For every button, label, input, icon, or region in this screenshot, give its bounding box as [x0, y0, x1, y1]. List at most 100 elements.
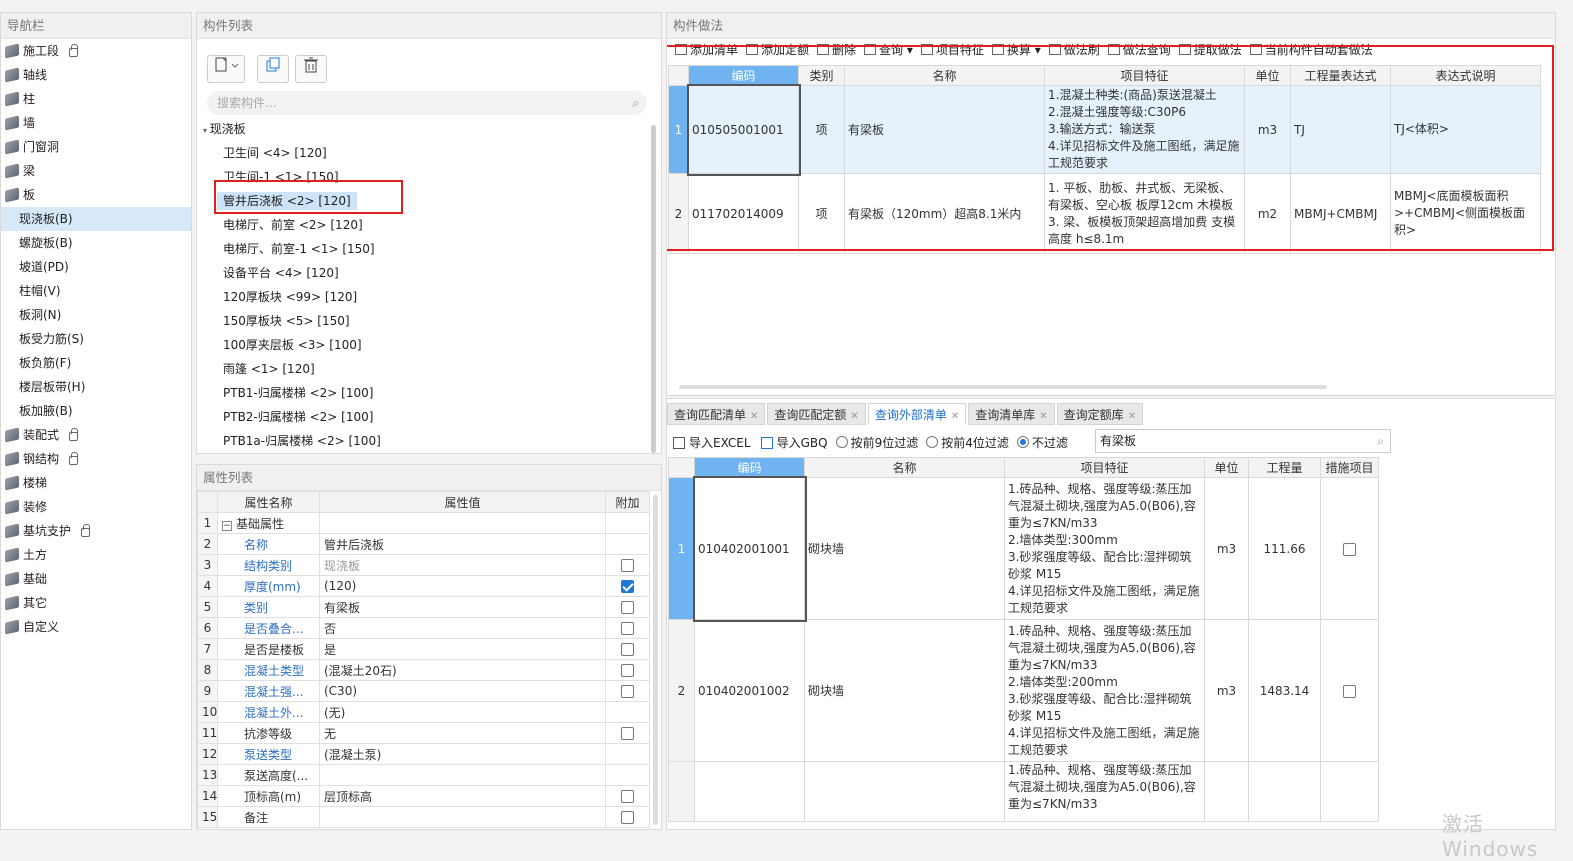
nav-item[interactable]: 施工段	[1, 39, 191, 63]
nav-item[interactable]: 基坑支护	[1, 519, 191, 543]
query-name[interactable]: 砌块墙	[804, 477, 1005, 620]
method-tool-button[interactable]: 查询 ▾	[864, 43, 913, 57]
method-desc[interactable]: MBMJ<底面模板面积>+CMBMJ<侧面模板面积>	[1390, 173, 1541, 254]
method-unit[interactable]: m2	[1244, 173, 1291, 254]
property-row[interactable]: 13 泵送高度(...	[197, 764, 650, 786]
measure-checkbox[interactable]	[1343, 542, 1356, 556]
query-feature[interactable]: 1.砖品种、规格、强度等级:蒸压加气混凝土砌块,强度为A5.0(B06),容重为…	[1004, 761, 1205, 822]
query-unit[interactable]	[1204, 761, 1249, 822]
component-item[interactable]: 150厚板块 <5> [150]	[203, 309, 647, 333]
component-item[interactable]: 100厚夹层板 <3> [100]	[203, 333, 647, 357]
filter-9-radio[interactable]	[835, 436, 848, 448]
query-tab[interactable]: 查询定额库 ✕	[1056, 403, 1144, 425]
method-tool-button[interactable]: 换算 ▾	[991, 43, 1041, 57]
query-header-measure[interactable]: 措施项目	[1320, 457, 1379, 478]
query-feature[interactable]: 1.砖品种、规格、强度等级:蒸压加气混凝土砌块,强度为A5.0(B06),容重为…	[1004, 619, 1205, 762]
query-row[interactable]: 1.砖品种、规格、强度等级:蒸压加气混凝土砌块,强度为A5.0(B06),容重为…	[668, 761, 1379, 822]
method-code[interactable]: 010505001001	[686, 83, 801, 176]
method-name[interactable]: 有梁板	[844, 85, 1045, 174]
method-expr[interactable]: TJ	[1290, 85, 1391, 174]
nav-item[interactable]: 装配式	[1, 423, 191, 447]
extra-checkbox[interactable]	[621, 622, 634, 635]
query-header-code[interactable]: 编码	[694, 457, 805, 478]
search-icon[interactable]: ⌕	[1377, 430, 1384, 452]
query-header-unit[interactable]: 单位	[1204, 457, 1249, 478]
query-code[interactable]: 010402001002	[694, 619, 805, 762]
method-tool-button[interactable]: 提取做法	[1178, 43, 1242, 57]
extra-checkbox[interactable]	[621, 601, 634, 614]
query-code[interactable]	[694, 761, 805, 822]
query-tab[interactable]: 查询外部清单 ✕	[867, 403, 967, 425]
filter-4-label[interactable]: 按前4位过滤	[941, 434, 1009, 451]
method-tool-button[interactable]: 做法查询	[1107, 43, 1171, 57]
close-icon[interactable]: ✕	[750, 411, 758, 422]
method-tool-button[interactable]: 删除	[817, 43, 856, 57]
filter-4-radio[interactable]	[926, 436, 939, 448]
import-gbq-button[interactable]: 导入GBQ	[760, 434, 828, 451]
component-item[interactable]: 设备平台 <4> [120]	[203, 261, 647, 285]
property-row[interactable]: 15 备注	[197, 806, 650, 828]
method-header-name[interactable]: 名称	[844, 65, 1045, 86]
nav-item[interactable]: 螺旋板(B)	[1, 231, 191, 255]
property-value[interactable]: (混凝土泵)	[319, 743, 606, 765]
method-code[interactable]: 011702014009	[688, 173, 799, 254]
method-type[interactable]: 项	[798, 85, 845, 174]
nav-item[interactable]: 墙	[1, 111, 191, 135]
property-value[interactable]: 现浇板	[319, 554, 606, 576]
close-icon[interactable]: ✕	[1128, 411, 1136, 422]
property-value[interactable]: 无	[319, 722, 606, 744]
no-filter-radio[interactable]	[1016, 436, 1029, 448]
property-value[interactable]: (混凝土20石)	[319, 659, 606, 681]
property-value[interactable]	[319, 512, 606, 534]
nav-item[interactable]: 板负筋(F)	[1, 351, 191, 375]
method-expr[interactable]: MBMJ+CMBMJ	[1290, 173, 1391, 254]
search-icon[interactable]: ⌕	[632, 91, 639, 115]
query-row[interactable]: 2 010402001002 砌块墙 1.砖品种、规格、强度等级:蒸压加气混凝土砌块,…	[668, 619, 1379, 762]
query-tab[interactable]: 查询匹配清单 ✕	[667, 403, 766, 425]
method-desc[interactable]: TJ<体积>	[1390, 85, 1541, 174]
close-icon[interactable]: ✕	[850, 411, 858, 422]
property-row[interactable]: 9 混凝土强... (C30)	[197, 680, 650, 702]
query-qty[interactable]: 111.66	[1248, 477, 1321, 620]
method-row[interactable]: 1 010505001001 项有梁板 1.混凝土种类:(商品)泵送混凝土 2.混凝土…	[668, 83, 1541, 176]
property-row[interactable]: 2 名称 管井后浇板	[197, 533, 650, 555]
nav-item[interactable]: 梁	[1, 159, 191, 183]
query-feature[interactable]: 1.砖品种、规格、强度等级:蒸压加气混凝土砌块,强度为A5.0(B06),容重为…	[1004, 477, 1205, 620]
new-component-button[interactable]	[207, 55, 245, 83]
nav-item[interactable]: 楼层板带(H)	[1, 375, 191, 399]
no-filter-label[interactable]: 不过滤	[1032, 434, 1068, 451]
nav-item[interactable]: 钢结构	[1, 447, 191, 471]
query-qty[interactable]: 1483.14	[1248, 619, 1321, 762]
component-item[interactable]: 卫生间-1 <1> [150]	[203, 165, 647, 189]
nav-item[interactable]: 板受力筋(S)	[1, 327, 191, 351]
extra-checkbox[interactable]	[621, 790, 634, 803]
property-value[interactable]: 有梁板	[319, 596, 606, 618]
method-header-feature[interactable]: 项目特征	[1044, 65, 1245, 86]
method-tool-button[interactable]: 项目特征	[920, 43, 984, 57]
property-value[interactable]: 管井后浇板	[319, 533, 606, 555]
import-excel-button[interactable]: 导入EXCEL	[673, 434, 751, 451]
property-value[interactable]: (无)	[319, 701, 606, 723]
nav-item[interactable]: 装修	[1, 495, 191, 519]
nav-item[interactable]: 柱帽(V)	[1, 279, 191, 303]
nav-item[interactable]: 门窗洞	[1, 135, 191, 159]
nav-item[interactable]: 轴线	[1, 63, 191, 87]
extra-checkbox[interactable]	[621, 727, 634, 740]
component-item[interactable]: 管井后浇板 <2> [120]	[203, 189, 647, 213]
nav-item[interactable]: 柱	[1, 87, 191, 111]
component-item[interactable]: 电梯厅、前室-1 <1> [150]	[203, 237, 647, 261]
nav-item[interactable]: 土方	[1, 543, 191, 567]
property-row[interactable]: 11 抗渗等级 无	[197, 722, 650, 744]
query-header-qty[interactable]: 工程量	[1248, 457, 1321, 478]
method-unit[interactable]: m3	[1244, 85, 1291, 174]
extra-checkbox[interactable]	[621, 664, 634, 677]
property-value[interactable]: (120)	[319, 575, 606, 597]
tree-group[interactable]: ▾ 现浇板	[203, 117, 647, 141]
nav-item[interactable]: 板加腋(B)	[1, 399, 191, 423]
property-row[interactable]: 5 类别 有梁板	[197, 596, 650, 618]
component-item[interactable]: PTB1a-归属楼梯 <2> [100]	[203, 429, 647, 453]
component-list-scrollbar[interactable]	[651, 125, 656, 453]
method-header-expr[interactable]: 工程量表达式	[1290, 65, 1391, 86]
nav-item[interactable]: 板	[1, 183, 191, 207]
extra-checkbox[interactable]	[621, 811, 634, 824]
